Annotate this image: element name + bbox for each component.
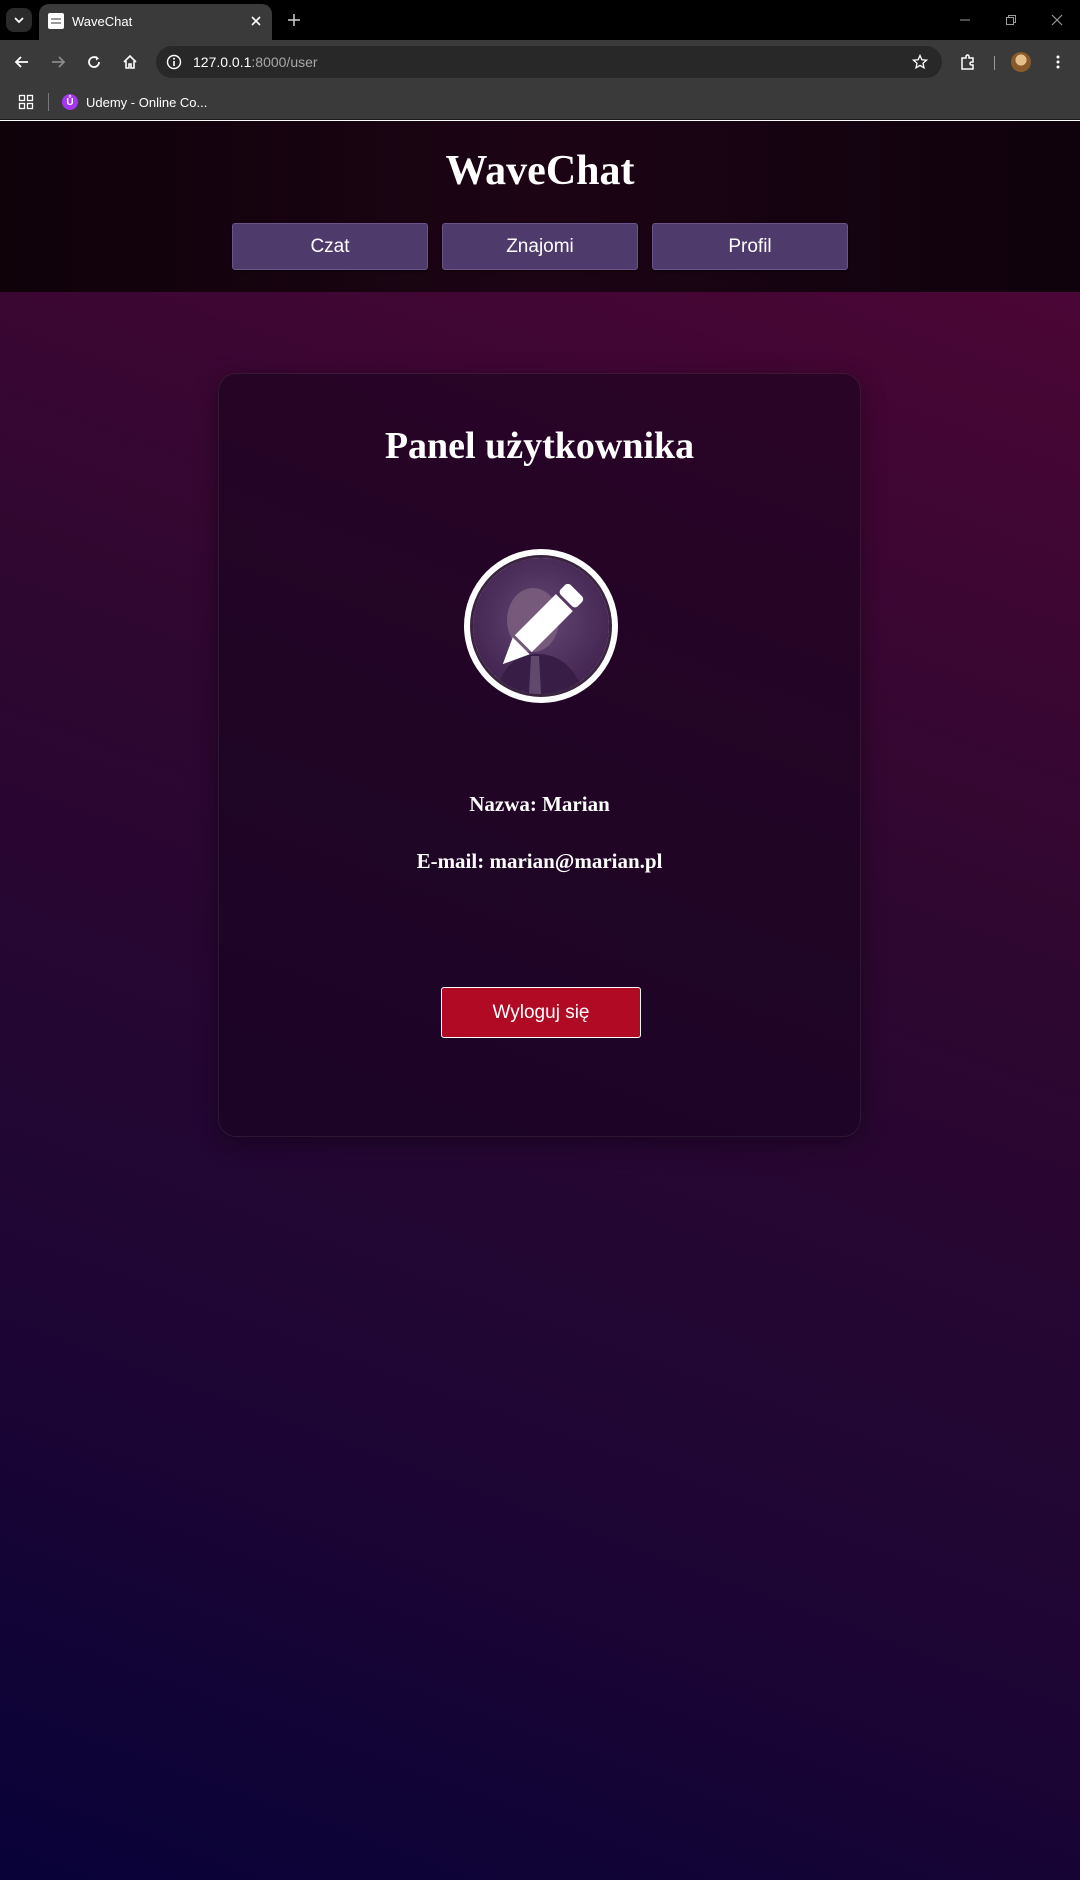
reload-button[interactable] (82, 50, 106, 74)
arrow-left-icon (14, 56, 28, 68)
forward-button[interactable] (46, 50, 70, 74)
user-name-text: Nazwa: Marian (469, 792, 610, 816)
close-window-button[interactable] (1045, 8, 1069, 32)
reload-icon (88, 56, 100, 68)
tab-search-button[interactable] (6, 8, 32, 32)
bookmark-udemy[interactable]: Ů Udemy - Online Co... (62, 91, 207, 113)
browser-tab-bar: WaveChat (0, 0, 1080, 40)
udemy-icon: Ů (62, 94, 78, 110)
browser-menu-button[interactable] (1046, 50, 1070, 74)
kebab-menu-icon (1056, 55, 1060, 69)
minimize-icon (960, 19, 970, 21)
browser-toolbar: 127.0.0.1:8000/user (0, 40, 1080, 84)
pencil-edit-icon (502, 583, 584, 665)
chevron-down-icon (14, 17, 24, 24)
bookmark-label: Udemy - Online Co... (86, 94, 208, 110)
profile-avatar[interactable] (1011, 52, 1031, 72)
back-button[interactable] (10, 50, 34, 74)
avatar-edit-button[interactable] (464, 549, 618, 703)
puzzle-icon (961, 54, 974, 70)
nav-profil-button[interactable]: Profil (652, 223, 848, 270)
close-icon (251, 16, 261, 26)
url-path: :8000/user (251, 54, 318, 70)
info-icon (166, 54, 182, 70)
page-favicon-icon (48, 13, 64, 29)
avatar (470, 555, 612, 697)
tab-title: WaveChat (72, 14, 133, 29)
nav-czat-button[interactable]: Czat (232, 223, 428, 270)
address-bar[interactable]: 127.0.0.1:8000/user (156, 46, 942, 78)
home-icon (123, 54, 137, 69)
apps-button[interactable] (16, 92, 36, 112)
brand-title: WaveChat (445, 148, 635, 194)
site-header: WaveChat Czat Znajomi Profil (0, 121, 1080, 292)
new-tab-button[interactable] (282, 8, 306, 32)
plus-icon (288, 14, 300, 26)
url-text: 127.0.0.1:8000/user (193, 54, 318, 70)
panel-title: Panel użytkownika (384, 425, 695, 467)
bookmarks-bar: Ů Udemy - Online Co... (0, 84, 1080, 120)
restore-button[interactable] (999, 8, 1023, 32)
toolbar-divider (994, 56, 995, 70)
tab-close-button[interactable] (248, 13, 264, 29)
apps-grid-icon (18, 94, 34, 110)
bookmark-star-button[interactable] (910, 52, 930, 72)
site-info-button[interactable] (164, 52, 184, 72)
url-host: 127.0.0.1 (193, 54, 252, 70)
bookmarks-divider (48, 93, 49, 111)
restore-icon (1006, 15, 1016, 25)
extensions-button[interactable] (956, 50, 980, 74)
page-viewport: WaveChat Czat Znajomi Profil Panel użytk… (0, 121, 1080, 1880)
user-email-text: E-mail: marian@marian.pl (416, 849, 663, 873)
star-icon (912, 54, 928, 70)
logout-button[interactable]: Wyloguj się (441, 987, 641, 1038)
arrow-right-icon (52, 56, 66, 68)
minimize-button[interactable] (953, 8, 977, 32)
nav-znajomi-button[interactable]: Znajomi (442, 223, 638, 270)
user-panel-card: Panel użytkownika Nazwa: Marian E-mail: … (218, 373, 861, 1137)
browser-tab-active[interactable]: WaveChat (39, 4, 272, 40)
home-button[interactable] (118, 50, 142, 74)
close-icon (1051, 14, 1063, 26)
